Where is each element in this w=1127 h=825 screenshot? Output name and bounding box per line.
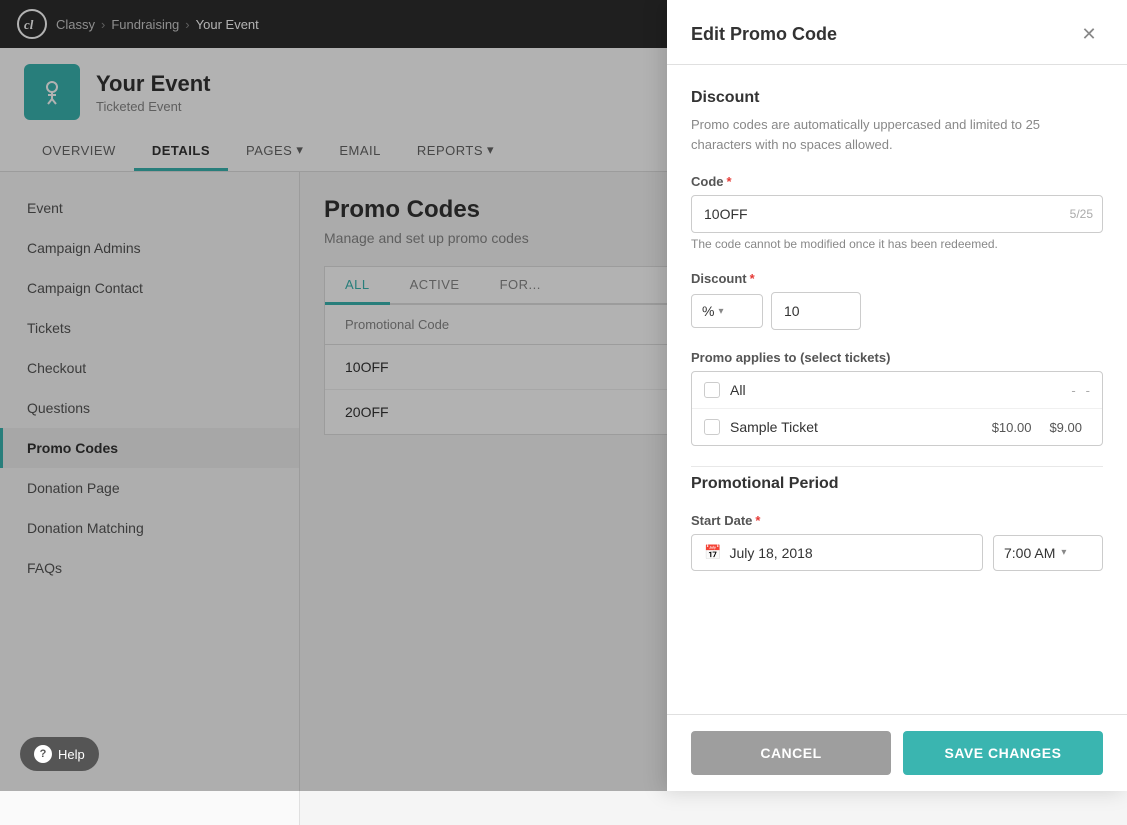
char-count: 5/25 [1070,207,1093,221]
close-icon[interactable]: ✕ [1075,20,1103,48]
chevron-down-icon: ▾ [718,306,723,317]
checkbox-sample-ticket[interactable] [704,419,720,435]
code-input-wrapper: 5/25 [691,195,1103,233]
ticket-name-sample: Sample Ticket [730,419,982,435]
ticket-name-all: All [730,382,1061,398]
cancel-button[interactable]: CANCEL [691,731,891,775]
code-form-group: Code * 5/25 The code cannot be modified … [691,174,1103,251]
discount-type-value: % [702,303,714,319]
discount-description: Promo codes are automatically uppercased… [691,115,1103,154]
applies-to-box: All - - Sample Ticket $10.00 $9.00 [691,371,1103,446]
discount-label: Discount * [691,271,1103,286]
calendar-icon: 📅 [704,544,721,561]
ticket-discounted-all: - [1086,383,1090,398]
save-changes-button[interactable]: SAVE CHANGES [903,731,1103,775]
start-date-form-group: Start Date * 📅 7:00 AM ▾ [691,513,1103,571]
modal-footer: CANCEL SAVE CHANGES [667,714,1127,791]
ticket-discounted-sample: $9.00 [1049,420,1082,435]
period-section-title: Promotional Period [691,466,1103,493]
chevron-down-icon: ▾ [1061,547,1066,558]
discount-form-group: Discount * % ▾ [691,271,1103,330]
date-input[interactable] [729,545,970,561]
code-label: Code * [691,174,1103,189]
ticket-price-all: - [1071,383,1075,398]
date-input-wrapper[interactable]: 📅 [691,534,983,571]
time-select-wrapper[interactable]: 7:00 AM ▾ [993,535,1103,571]
discount-row: % ▾ [691,292,1103,330]
start-date-label: Start Date * [691,513,1103,528]
help-label: Help [58,747,85,762]
applies-to-label: Promo applies to (select tickets) [691,350,1103,365]
ticket-price-sample: $10.00 [992,420,1032,435]
required-star-discount: * [750,271,755,286]
code-hint: The code cannot be modified once it has … [691,237,1103,251]
date-row: 📅 7:00 AM ▾ [691,534,1103,571]
discount-type-select[interactable]: % ▾ [691,294,763,328]
modal-title: Edit Promo Code [691,24,837,45]
applies-to-form-group: Promo applies to (select tickets) All - … [691,350,1103,446]
required-star-date: * [755,513,760,528]
modal-body: Discount Promo codes are automatically u… [667,65,1127,714]
checkbox-all[interactable] [704,382,720,398]
modal-panel: Edit Promo Code ✕ Discount Promo codes a… [667,0,1127,791]
help-icon: ? [34,745,52,763]
time-value: 7:00 AM [1004,545,1055,561]
applies-to-row-sample: Sample Ticket $10.00 $9.00 [692,409,1102,445]
applies-to-row-all: All - - [692,372,1102,409]
modal-header: Edit Promo Code ✕ [667,0,1127,65]
discount-section-title: Discount [691,89,1103,107]
code-input[interactable] [691,195,1103,233]
discount-value-input[interactable] [771,292,861,330]
required-star-code: * [727,174,732,189]
help-button[interactable]: ? Help [20,737,99,771]
